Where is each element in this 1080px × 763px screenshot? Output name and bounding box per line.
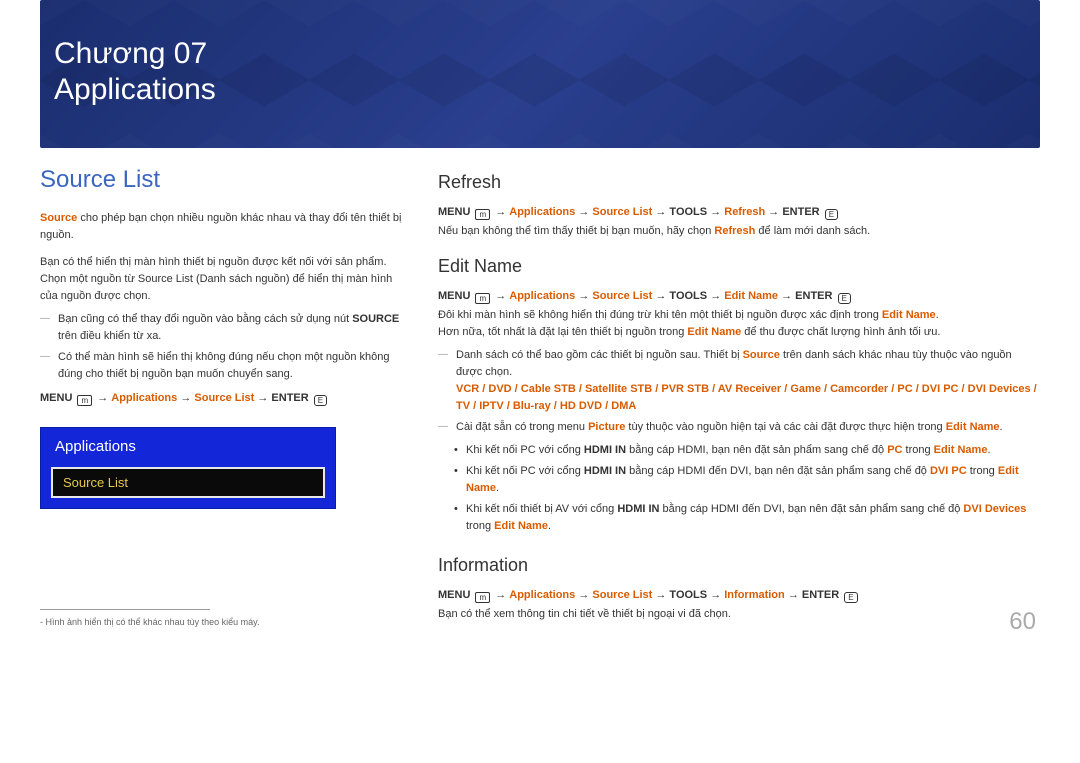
enter-icon: E bbox=[844, 592, 857, 603]
chapter-line1: Chương 07 bbox=[54, 37, 207, 70]
information-desc: Bạn có thể xem thông tin chi tiết về thi… bbox=[438, 606, 1040, 623]
section-heading-source-list: Source List bbox=[40, 166, 410, 194]
edit-name-p1: Đôi khi màn hình sẽ không hiển thị đúng … bbox=[438, 307, 1040, 324]
menu-icon: m bbox=[77, 395, 92, 406]
enter-icon: E bbox=[314, 395, 327, 406]
enter-icon: E bbox=[838, 293, 851, 304]
chapter-banner: Chương 07 Applications bbox=[40, 0, 1040, 148]
bullet-item: Khi kết nối PC với cổng HDMI IN bằng cáp… bbox=[454, 463, 1040, 497]
edit-name-notes: Danh sách có thể bao gồm các thiết bị ng… bbox=[438, 347, 1040, 436]
bullet-item: Khi kết nối thiết bị AV với cổng HDMI IN… bbox=[454, 501, 1040, 535]
osd-item-source-list: Source List bbox=[51, 467, 325, 498]
subsection-edit-name: Edit Name bbox=[438, 256, 1040, 277]
menu-icon: m bbox=[475, 209, 490, 220]
osd-screenshot: Applications Source List bbox=[40, 427, 336, 509]
note-item: Cài đặt sẵn có trong menu Picture tùy th… bbox=[438, 419, 1040, 436]
source-word: Source bbox=[40, 212, 77, 224]
menu-icon: m bbox=[475, 592, 490, 603]
enter-icon: E bbox=[825, 209, 838, 220]
menu-icon: m bbox=[475, 293, 490, 304]
bullet-item: Khi kết nối PC với cổng HDMI IN bằng cáp… bbox=[454, 442, 1040, 459]
edit-name-bullets: Khi kết nối PC với cổng HDMI IN bằng cáp… bbox=[454, 442, 1040, 535]
chapter-line2: Applications bbox=[54, 73, 216, 106]
subsection-refresh: Refresh bbox=[438, 172, 1040, 193]
menu-path-refresh: MENU m → Applications → Source List → TO… bbox=[438, 203, 1040, 223]
subsection-information: Information bbox=[438, 555, 1040, 576]
menu-path-edit-name: MENU m → Applications → Source List → TO… bbox=[438, 287, 1040, 307]
refresh-desc: Nếu bạn không thể tìm thấy thiết bị bạn … bbox=[438, 223, 1040, 240]
source-desc: Bạn có thể hiển thị màn hình thiết bị ng… bbox=[40, 254, 410, 305]
edit-name-p2: Hơn nữa, tốt nhất là đặt lại tên thiết b… bbox=[438, 324, 1040, 341]
source-notes: Bạn cũng có thể thay đổi nguồn vào bằng … bbox=[40, 311, 410, 383]
note-item: Có thể màn hình sẽ hiển thị không đúng n… bbox=[40, 349, 410, 383]
osd-title: Applications bbox=[51, 438, 325, 455]
note-item: Danh sách có thể bao gồm các thiết bị ng… bbox=[438, 347, 1040, 415]
source-intro: Source cho phép bạn chọn nhiều nguồn khá… bbox=[40, 210, 410, 244]
footnote-rule bbox=[40, 609, 210, 610]
note-item: Bạn cũng có thể thay đổi nguồn vào bằng … bbox=[40, 311, 410, 345]
page-number: 60 bbox=[1009, 608, 1036, 636]
menu-path-information: MENU m → Applications → Source List → TO… bbox=[438, 586, 1040, 606]
chapter-title: Chương 07 Applications bbox=[54, 36, 1026, 108]
menu-path-source-list: MENU m → Applications → Source List → EN… bbox=[40, 389, 410, 409]
footnote: - Hình ảnh hiển thị có thể khác nhau tùy… bbox=[40, 616, 410, 630]
device-list: VCR / DVD / Cable STB / Satellite STB / … bbox=[456, 383, 1037, 412]
